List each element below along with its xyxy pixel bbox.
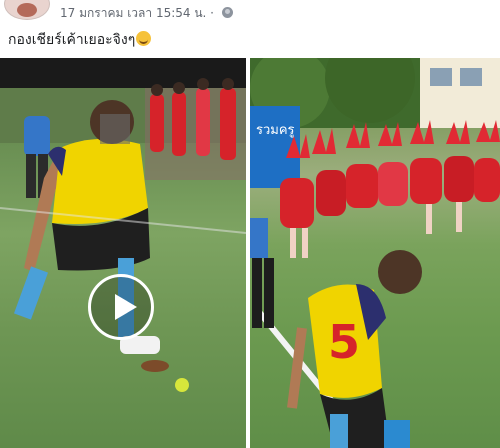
- jersey-number: 5: [328, 315, 360, 369]
- grinning-face-icon: [136, 31, 152, 46]
- avatar[interactable]: [4, 0, 50, 20]
- photo-scene: รวมครู 5: [250, 58, 500, 448]
- player-number-5: 5: [287, 250, 422, 448]
- banner-text: รวมครู: [256, 123, 295, 138]
- video-thumbnail[interactable]: [0, 58, 246, 448]
- play-icon[interactable]: [88, 274, 154, 340]
- globe-icon[interactable]: [221, 7, 233, 18]
- post-media: รวมครู 5: [0, 58, 500, 448]
- post-text-body: กองเชียร์เค้าเยอะจิงๆ: [8, 32, 136, 48]
- post-meta: 17 มกราคม เวลา 15:54 น. ·: [60, 4, 233, 23]
- post-photo[interactable]: รวมครู 5: [250, 58, 500, 448]
- cheerleaders-row: [280, 156, 500, 258]
- timestamp-link[interactable]: 17 มกราคม เวลา 15:54 น.: [60, 6, 206, 20]
- video-scene: [0, 58, 246, 392]
- meta-separator: ·: [206, 6, 218, 20]
- post-header: 17 มกราคม เวลา 15:54 น. · กองเชียร์เค้าเ…: [0, 0, 500, 58]
- post-text: กองเชียร์เค้าเยอะจิงๆ: [8, 29, 152, 51]
